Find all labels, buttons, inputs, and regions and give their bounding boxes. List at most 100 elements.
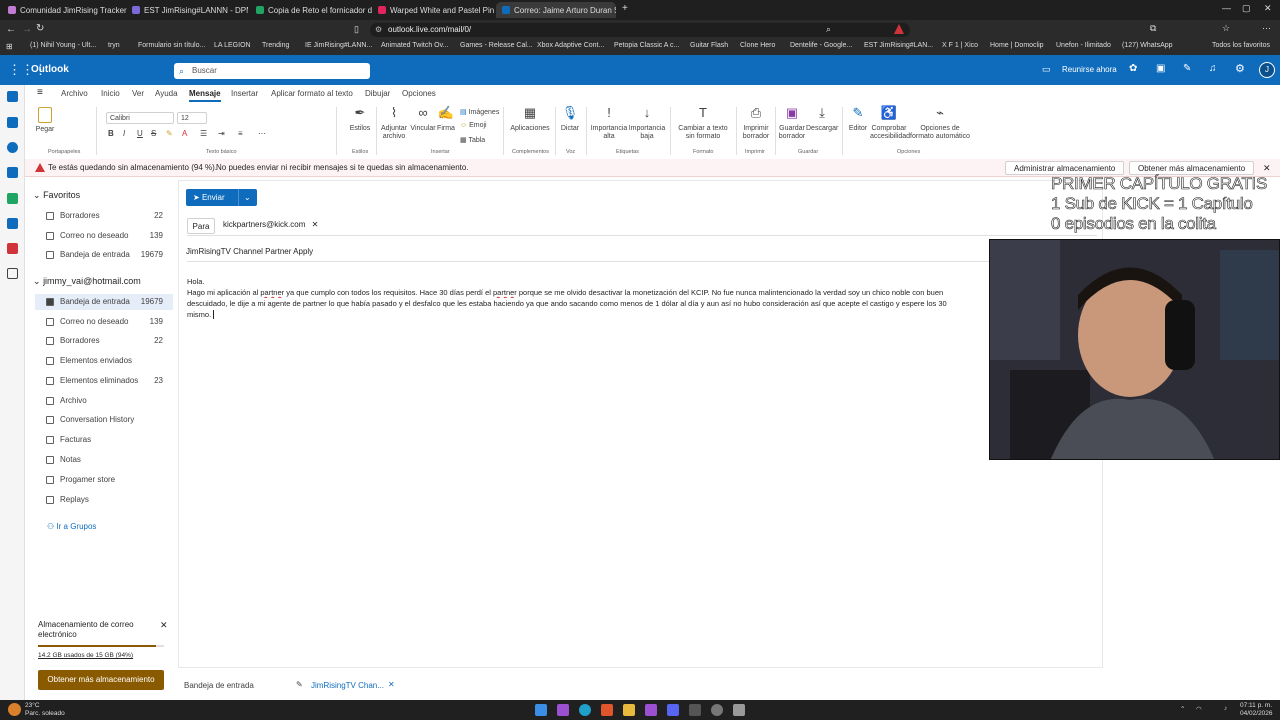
tab-opciones[interactable]: Opciones — [402, 89, 436, 98]
teams-icon[interactable]: ✿ — [1129, 63, 1137, 74]
folder-item-selected[interactable]: Bandeja de entrada 19679 — [35, 294, 173, 310]
tab-ver[interactable]: Ver — [132, 89, 144, 98]
todo-icon[interactable] — [7, 167, 18, 178]
notes-icon[interactable]: ▣ — [1156, 63, 1165, 74]
italic-button[interactable]: I — [123, 129, 125, 138]
indent-icon[interactable]: ⇥ — [218, 129, 225, 138]
app-icon[interactable] — [557, 704, 569, 716]
low-importance-button[interactable]: ↓ Importancia baja — [628, 106, 666, 141]
high-importance-button[interactable]: ! Importancia alta — [590, 106, 628, 141]
bookmark[interactable]: Unefon - Ilimitado — [1056, 42, 1111, 49]
tab-archivo[interactable]: Archivo — [61, 89, 88, 98]
more-apps-icon[interactable] — [7, 268, 18, 279]
feedback-icon[interactable]: ✎ — [1183, 63, 1191, 74]
folder-item[interactable]: Borradores 22 — [35, 333, 173, 349]
clock-time[interactable]: 07:11 p. m. — [1240, 702, 1272, 709]
more-format-icon[interactable]: ⋯ — [258, 129, 266, 138]
folder-item[interactable]: Replays — [35, 492, 173, 508]
bookmark[interactable]: Petopia Classic A c... — [614, 42, 679, 49]
groups-link[interactable]: ⚇ Ir a Grupos — [47, 522, 96, 531]
inbox-tab[interactable]: Bandeja de entrada — [184, 681, 254, 690]
bookmark[interactable]: Trending — [262, 42, 289, 49]
browser-tab-active[interactable]: Correo: Jaime Arturo Duran Silv✕ — [496, 2, 616, 18]
browser-tab[interactable]: Copia de Reto el fornicador de la gra — [250, 2, 372, 18]
app-icon[interactable] — [645, 704, 657, 716]
discord-icon[interactable] — [667, 704, 679, 716]
spelling-flag[interactable]: partner — [493, 288, 517, 297]
tab-dibujar[interactable]: Dibujar — [365, 89, 390, 98]
video-icon[interactable]: ▭ — [1042, 64, 1051, 75]
bookmark[interactable]: Dentelife - Google... — [790, 42, 852, 49]
tab-insertar[interactable]: Insertar — [231, 89, 258, 98]
dictate-button[interactable]: 🎙 Dictar — [558, 106, 582, 133]
bold-button[interactable]: B — [108, 129, 114, 138]
bookmark[interactable]: tryn — [108, 42, 120, 49]
split-view-icon[interactable]: ▯ — [354, 24, 359, 35]
wifi-icon[interactable]: ◠ — [1196, 705, 1202, 713]
bell-icon[interactable]: ♫ — [1209, 63, 1217, 74]
tab-formato[interactable]: Aplicar formato al texto — [271, 89, 353, 98]
chevron-down-icon[interactable]: ⌄ — [244, 189, 251, 206]
tab-inicio[interactable]: Inicio — [101, 89, 120, 98]
bookmark[interactable]: X F 1 | Xico — [942, 42, 978, 49]
bookmark[interactable]: Guitar Flash — [690, 42, 728, 49]
folder-item[interactable]: Archivo — [35, 393, 173, 409]
favorites-header[interactable]: ⌄ Favoritos — [33, 190, 80, 201]
bookmark[interactable]: Formulario sin título... — [138, 42, 205, 49]
storage-used[interactable]: 14.2 GB usados de 15 GB (94%) — [38, 652, 133, 659]
draft-tab[interactable]: JimRisingTV Chan... — [311, 681, 384, 690]
underline-button[interactable]: U — [137, 129, 143, 138]
window-close-icon[interactable]: ✕ — [1264, 3, 1272, 14]
extensions-icon[interactable]: ⧉ — [1150, 23, 1156, 34]
bookmark[interactable]: Clone Hero — [740, 42, 775, 49]
browser-tab[interactable]: Comunidad JimRising Tracker — [2, 2, 127, 18]
save-draft-button[interactable]: ▣ Guardar borrador — [778, 106, 806, 141]
reload-icon[interactable]: ↻ — [36, 23, 44, 34]
folder-item[interactable]: Elementos eliminados 23 — [35, 373, 173, 389]
folder-item[interactable]: Notas — [35, 452, 173, 468]
align-icon[interactable]: ≡ — [238, 129, 243, 138]
mail-icon[interactable] — [7, 91, 18, 102]
word-icon[interactable] — [7, 218, 18, 229]
file-explorer-icon[interactable] — [623, 704, 635, 716]
bookmark[interactable]: IE JimRising#LANN... — [305, 42, 372, 49]
bookmark[interactable]: Animated Twitch Ov... — [381, 42, 448, 49]
signature-button[interactable]: ✍ Firma — [436, 106, 456, 133]
bookmark[interactable]: Xbox Adaptive Cont... — [537, 42, 604, 49]
more-menu-icon[interactable]: ⋯ — [1262, 23, 1271, 34]
bookmark[interactable]: LA LEGION — [214, 42, 251, 49]
weather-icon[interactable] — [8, 703, 21, 716]
back-icon[interactable]: ← — [6, 24, 16, 35]
folder-item[interactable]: Facturas — [35, 432, 173, 448]
browser-tab[interactable]: Warped White and Pastel Pink Y2k fo — [372, 2, 494, 18]
recipient-chip[interactable]: kickpartners@kick.com ✕ — [223, 218, 318, 232]
bullets-icon[interactable]: ☰ — [200, 129, 207, 138]
close-draft-icon[interactable]: ✕ — [388, 680, 395, 689]
excel-icon[interactable] — [7, 193, 18, 204]
new-tab-button[interactable]: + — [622, 3, 628, 14]
browser-tab[interactable]: EST JimRising#LANNN - DPM.LOL — [126, 2, 248, 18]
hamburger-icon[interactable]: ≡ — [37, 87, 43, 98]
settings-icon[interactable] — [733, 704, 745, 716]
font-size-select[interactable]: 12 — [177, 112, 207, 124]
maximize-icon[interactable]: ▢ — [1242, 3, 1251, 14]
apps-grid-icon[interactable]: ⊞ — [6, 42, 13, 51]
avatar[interactable]: J — [1259, 62, 1275, 78]
powerpoint-icon[interactable] — [7, 243, 18, 254]
get-more-storage-button[interactable]: Obtener más almacenamiento — [1129, 161, 1255, 175]
folder-item[interactable]: Elementos enviados — [35, 353, 173, 369]
message-body[interactable]: Hola. Hago mi aplicación al partner ya q… — [187, 276, 1027, 320]
images-button[interactable]: ▤ Imágenes — [460, 108, 499, 116]
font-family-select[interactable]: Calibri — [106, 112, 174, 124]
meet-now-button[interactable]: Reunirse ahora — [1062, 65, 1117, 74]
zoom-icon[interactable]: ⌕ — [826, 24, 831, 35]
subject-input[interactable]: JimRisingTV Channel Partner Apply — [186, 247, 313, 256]
discard-button[interactable]: ⤓ Descargar — [806, 106, 838, 133]
close-storage-icon[interactable]: ✕ — [160, 620, 168, 631]
highlight-icon[interactable]: ✎ — [166, 129, 173, 138]
tray-chevron-icon[interactable]: ⌃ — [1180, 705, 1185, 713]
app-icon[interactable] — [711, 704, 723, 716]
clock-date[interactable]: 04/02/2026 — [1240, 710, 1273, 717]
bookmark[interactable]: (127) WhatsApp — [1122, 42, 1173, 49]
tab-mensaje[interactable]: Mensaje — [189, 89, 221, 102]
